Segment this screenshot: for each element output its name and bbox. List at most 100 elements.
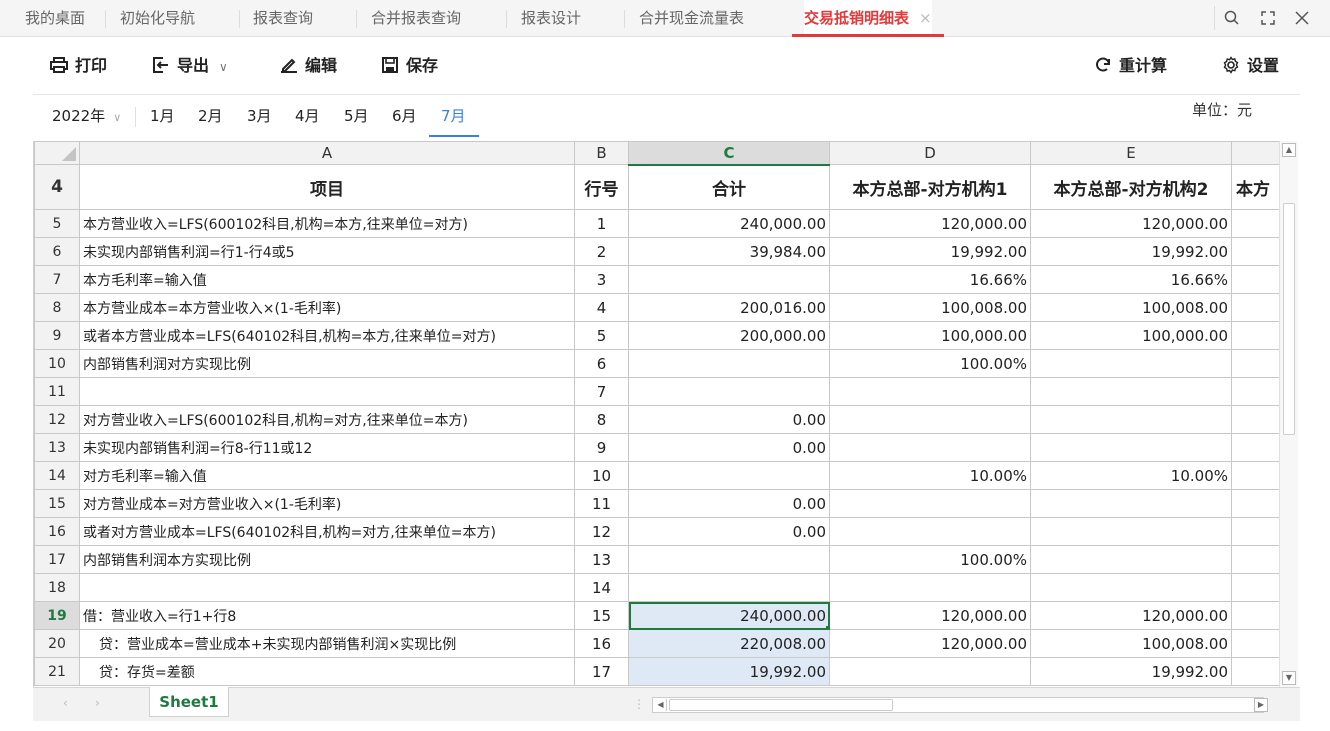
tab-consolidated-query[interactable]: 合并报表查询 (371, 0, 461, 37)
cell-org2[interactable] (1030, 489, 1232, 518)
cell-org1[interactable] (829, 433, 1031, 462)
cell-org3[interactable] (1231, 349, 1279, 378)
horizontal-scrollbar[interactable]: ◀ (652, 697, 1264, 713)
fill-handle-icon[interactable] (826, 626, 829, 629)
cell-line-no[interactable]: 8 (574, 405, 629, 434)
month-2[interactable]: 2月 (198, 105, 223, 126)
month-1[interactable]: 1月 (150, 105, 175, 126)
cell-item[interactable]: 未实现内部销售利润=行1-行4或5 (79, 237, 575, 266)
cell-line-no[interactable]: 7 (574, 377, 629, 406)
cell-org2[interactable]: 100,008.00 (1030, 629, 1232, 658)
recalculate-button[interactable]: 重计算 (1093, 54, 1167, 78)
cell-total[interactable]: 200,000.00 (628, 321, 830, 350)
cell-org1[interactable]: 100,008.00 (829, 293, 1031, 322)
cell-org3[interactable] (1231, 265, 1279, 294)
scroll-left-icon[interactable]: ◀ (655, 699, 667, 711)
cell-org2[interactable] (1030, 517, 1232, 546)
header-cell-item[interactable]: 项目 (79, 164, 575, 210)
column-header-a[interactable]: A (79, 141, 575, 165)
tab-transaction-elimination[interactable]: 交易抵销明细表 × (792, 0, 944, 37)
splitter-handle-icon[interactable]: ⋮ (633, 697, 645, 711)
header-cell-org2[interactable]: 本方总部-对方机构2 (1030, 164, 1232, 210)
cell-item[interactable]: 贷：营业成本=营业成本+未实现内部销售利润×实现比例 (79, 629, 575, 658)
cell-org2[interactable] (1030, 573, 1232, 602)
month-7[interactable]: 7月 (441, 105, 466, 126)
save-button[interactable]: 保存 (380, 54, 438, 78)
header-cell-org1[interactable]: 本方总部-对方机构1 (829, 164, 1031, 210)
cell-org1[interactable]: 100.00% (829, 349, 1031, 378)
cell-org2[interactable] (1030, 377, 1232, 406)
cell-org3[interactable] (1231, 657, 1279, 686)
cell-line-no[interactable]: 15 (574, 601, 629, 630)
cell-org1[interactable] (829, 517, 1031, 546)
cell-org1[interactable] (829, 573, 1031, 602)
cell-org3[interactable] (1231, 573, 1279, 602)
cell-org1[interactable]: 19,992.00 (829, 237, 1031, 266)
row-header[interactable]: 12 (34, 405, 80, 434)
cell-total[interactable] (628, 545, 830, 574)
row-header[interactable]: 5 (34, 209, 80, 238)
row-header[interactable]: 9 (34, 321, 80, 350)
cell-org2[interactable]: 120,000.00 (1030, 209, 1232, 238)
cell-org1[interactable] (829, 405, 1031, 434)
cell-total[interactable]: 220,008.00 (628, 629, 830, 658)
column-header-d[interactable]: D (829, 141, 1031, 165)
row-header[interactable]: 17 (34, 545, 80, 574)
tab-desktop[interactable]: 我的桌面 (25, 0, 85, 37)
cell-org2[interactable] (1030, 405, 1232, 434)
row-header[interactable]: 18 (34, 573, 80, 602)
tab-init-nav[interactable]: 初始化导航 (120, 0, 195, 37)
cell-org1[interactable]: 120,000.00 (829, 601, 1031, 630)
cell-org2[interactable] (1030, 545, 1232, 574)
cell-org1[interactable] (829, 489, 1031, 518)
cell-item[interactable] (79, 573, 575, 602)
fullscreen-icon[interactable] (1254, 0, 1282, 37)
search-icon[interactable] (1218, 0, 1246, 37)
header-cell-line-no[interactable]: 行号 (574, 164, 629, 210)
cell-org1[interactable]: 100,000.00 (829, 321, 1031, 350)
row-header[interactable]: 20 (34, 629, 80, 658)
cell-total[interactable] (628, 349, 830, 378)
header-cell-total[interactable]: 合计 (628, 164, 830, 210)
column-header-b[interactable]: B (574, 141, 629, 165)
cell-item[interactable]: 内部销售利润对方实现比例 (79, 349, 575, 378)
cell-org3[interactable] (1231, 629, 1279, 658)
row-header[interactable]: 19 (34, 601, 80, 630)
cell-org2[interactable]: 16.66% (1030, 265, 1232, 294)
row-header[interactable]: 7 (34, 265, 80, 294)
cell-org3[interactable] (1231, 433, 1279, 462)
month-4[interactable]: 4月 (295, 105, 320, 126)
column-header-c[interactable]: C (628, 141, 830, 166)
row-header[interactable]: 8 (34, 293, 80, 322)
row-header[interactable]: 21 (34, 657, 80, 686)
cell-line-no[interactable]: 4 (574, 293, 629, 322)
cell-item[interactable]: 本方营业收入=LFS(600102科目,机构=本方,往来单位=对方) (79, 209, 575, 238)
cell-org2[interactable]: 100,000.00 (1030, 321, 1232, 350)
row-header[interactable]: 6 (34, 237, 80, 266)
cell-total[interactable] (628, 377, 830, 406)
cell-org3[interactable] (1231, 209, 1279, 238)
cell-org3[interactable] (1231, 237, 1279, 266)
cell-org2[interactable]: 10.00% (1030, 461, 1232, 490)
cell-line-no[interactable]: 1 (574, 209, 629, 238)
cell-org1[interactable] (829, 657, 1031, 686)
cell-org2[interactable]: 100,008.00 (1030, 293, 1232, 322)
prev-sheet-icon[interactable]: ‹ (63, 696, 68, 710)
horizontal-scroll-thumb[interactable] (669, 699, 893, 711)
column-header-f[interactable] (1231, 141, 1279, 165)
tab-report-query[interactable]: 报表查询 (253, 0, 313, 37)
export-button[interactable]: 导出 ∨ (151, 54, 228, 78)
cell-total[interactable]: 19,992.00 (628, 657, 830, 686)
cell-line-no[interactable]: 14 (574, 573, 629, 602)
year-dropdown[interactable]: 2022年 ∨ (52, 105, 121, 126)
cell-line-no[interactable]: 2 (574, 237, 629, 266)
cell-item[interactable]: 或者本方营业成本=LFS(640102科目,机构=本方,往来单位=对方) (79, 321, 575, 350)
cell-line-no[interactable]: 3 (574, 265, 629, 294)
row-header[interactable]: 10 (34, 349, 80, 378)
cell-org1[interactable]: 16.66% (829, 265, 1031, 294)
row-header[interactable]: 14 (34, 461, 80, 490)
vertical-scroll-thumb[interactable] (1283, 203, 1295, 435)
row-header[interactable]: 4 (34, 164, 80, 210)
cell-line-no[interactable]: 17 (574, 657, 629, 686)
cell-line-no[interactable]: 10 (574, 461, 629, 490)
